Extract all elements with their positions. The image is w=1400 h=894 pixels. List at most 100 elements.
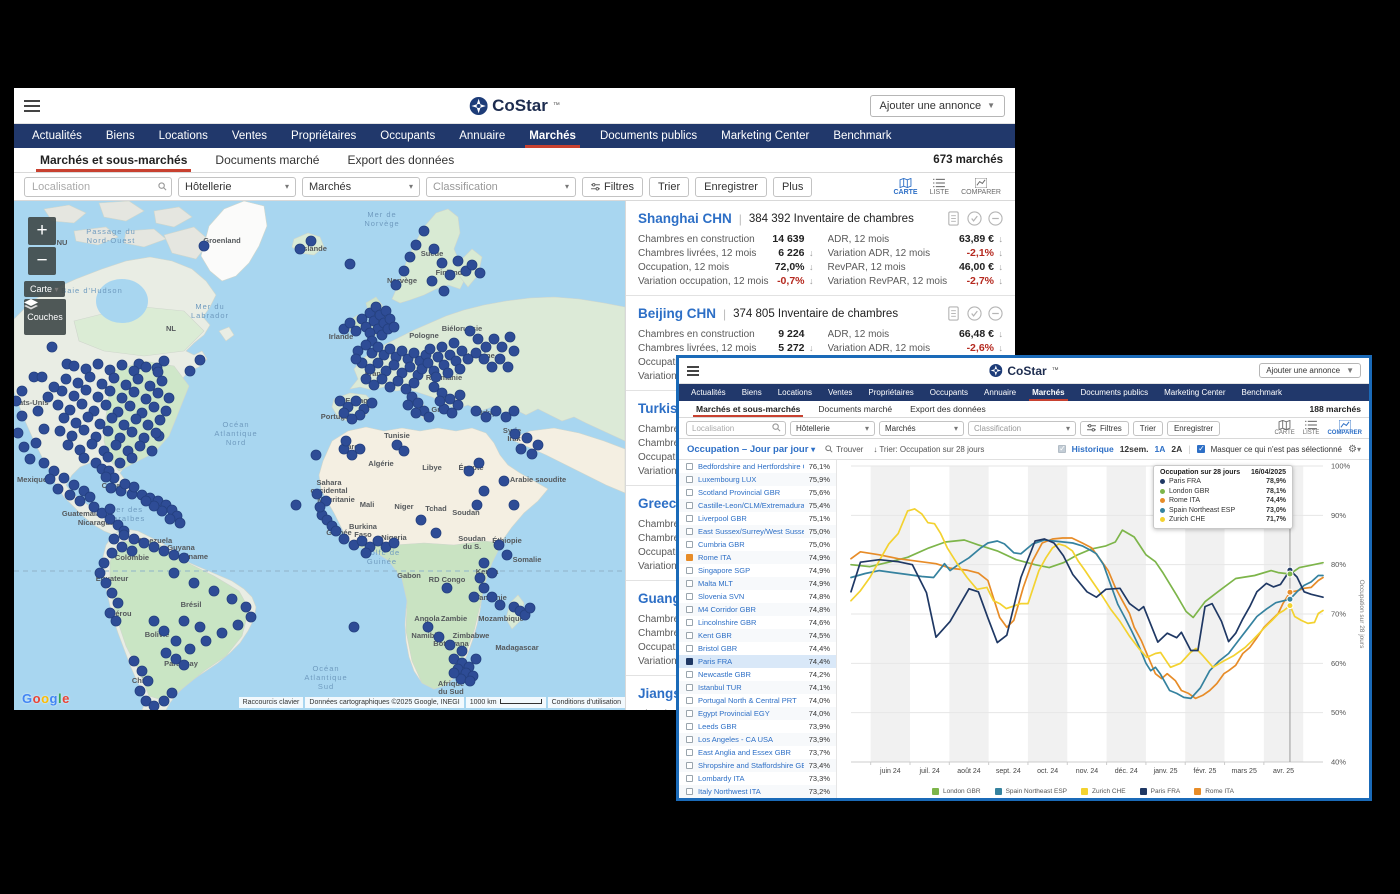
map-marker[interactable] [143,676,153,686]
market-checkbox[interactable] [686,528,693,535]
market-name[interactable]: East Anglia and Essex GBR [698,748,804,757]
filter-button-plus[interactable]: Plus [773,177,812,197]
market-card-title[interactable]: Shanghai CHN [638,211,732,226]
map-marker[interactable] [339,534,349,544]
map-marker[interactable] [389,360,399,370]
map-marker[interactable] [45,474,55,484]
map-marker[interactable] [105,504,115,514]
check-circle-icon[interactable] [967,211,982,226]
list-item[interactable]: Newcastle GBR74,2% [679,668,836,681]
nav-item-marketing-center[interactable]: Marketing Center [1156,384,1233,401]
map-marker[interactable] [103,452,113,462]
list-item[interactable]: Malta MLT74,9% [679,577,836,590]
terms-link[interactable]: Conditions d'utilisation [548,697,625,708]
map-marker[interactable] [117,360,127,370]
map-marker[interactable] [405,252,415,262]
subnav-item[interactable]: Export des données [333,148,468,172]
map-marker[interactable] [119,420,129,430]
map-marker[interactable] [505,332,515,342]
map-marker[interactable] [101,400,111,410]
market-checkbox[interactable] [686,632,693,639]
map-marker[interactable] [14,396,21,406]
map-marker[interactable] [502,550,512,560]
market-name[interactable]: Scotland Provincial GBR [698,488,804,497]
filter-select-hôtellerie[interactable]: Hôtellerie▾ [790,421,875,436]
nav-item-occupants[interactable]: Occupants [368,124,447,148]
map-marker[interactable] [471,348,481,358]
map-marker[interactable] [179,553,189,563]
market-name[interactable]: Bristol GBR [698,644,804,653]
map-marker[interactable] [525,603,535,613]
map-marker[interactable] [69,391,79,401]
map-marker[interactable] [437,258,447,268]
map-marker[interactable] [25,454,35,464]
subnav-item[interactable]: Documents marché [809,401,901,417]
map-marker[interactable] [63,440,73,450]
map-marker[interactable] [141,362,151,372]
map-marker[interactable] [43,392,53,402]
list-item[interactable]: Bedfordshire and Hertfordshire G...76,1% [679,460,836,473]
map-marker[interactable] [479,486,489,496]
map-type-button[interactable]: Carte ▾ [24,281,65,297]
nav-item-ventes[interactable]: Ventes [220,124,279,148]
map-marker[interactable] [106,483,116,493]
view-toggle-comparer[interactable]: COMPARER [1327,420,1362,436]
list-item[interactable]: East Anglia and Essex GBR73,7% [679,746,836,759]
map-marker[interactable] [107,413,117,423]
list-item[interactable]: Cumbria GBR75,0% [679,538,836,551]
map-marker[interactable] [209,586,219,596]
map-marker[interactable] [157,376,167,386]
market-checkbox[interactable] [686,502,693,509]
map-marker[interactable] [153,388,163,398]
map-marker[interactable] [117,393,127,403]
map-marker[interactable] [185,366,195,376]
map-marker[interactable] [312,489,322,499]
map-marker[interactable] [479,583,489,593]
map-marker[interactable] [165,514,175,524]
map-marker[interactable] [201,636,211,646]
market-name[interactable]: Lombardy ITA [698,774,804,783]
map-marker[interactable] [424,412,434,422]
list-item[interactable]: Kent GBR74,5% [679,629,836,642]
list-item[interactable]: Singapore SGP74,9% [679,564,836,577]
map-marker[interactable] [315,502,325,512]
occupancy-chart[interactable]: 100%90%80%70%60%50%40%juin 24juil. 24aoû… [837,460,1369,798]
map-marker[interactable] [399,266,409,276]
list-item[interactable]: Bristol GBR74,4% [679,642,836,655]
map-marker[interactable] [351,396,361,406]
gear-icon[interactable]: ⚙▾ [1348,444,1361,455]
map-marker[interactable] [125,401,135,411]
map-marker[interactable] [99,558,109,568]
map-marker[interactable] [179,616,189,626]
map-marker[interactable] [107,588,117,598]
map-marker[interactable] [355,444,365,454]
metric-selector[interactable]: Occupation – Jour par jour ▾ [687,444,815,455]
map-marker[interactable] [429,244,439,254]
map-marker[interactable] [79,425,89,435]
map-marker[interactable] [469,592,479,602]
map-marker[interactable] [65,490,75,500]
map-marker[interactable] [95,419,105,429]
map-marker[interactable] [93,392,103,402]
map-marker[interactable] [419,226,429,236]
market-name[interactable]: Portugal North & Central PRT [698,696,804,705]
map-marker[interactable] [79,453,89,463]
map-marker[interactable] [87,439,97,449]
map-marker[interactable] [39,458,49,468]
map-marker[interactable] [67,431,77,441]
market-checkbox[interactable] [686,697,693,704]
market-name[interactable]: Paris FRA [698,657,804,666]
market-checkbox[interactable] [686,463,693,470]
map-marker[interactable] [453,256,463,266]
market-checkbox[interactable] [686,762,693,769]
view-toggle-carte[interactable]: CARTE [1275,420,1295,436]
nav-item-biens[interactable]: Biens [94,124,147,148]
map-marker[interactable] [442,583,452,593]
map-marker[interactable] [111,616,121,626]
map-marker[interactable] [472,500,482,510]
filter-button-filtres[interactable]: Filtres [582,177,643,197]
map-marker[interactable] [145,381,155,391]
map-marker[interactable] [175,518,185,528]
subnav-item[interactable]: Marchés et sous-marchés [687,401,809,417]
map-marker[interactable] [129,482,139,492]
